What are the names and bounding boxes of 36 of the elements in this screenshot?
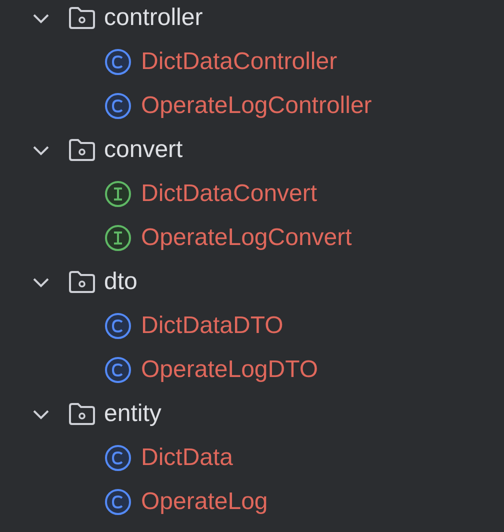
tree-item[interactable]: OperateLog <box>0 480 504 524</box>
tree-item[interactable]: DictDataController <box>0 40 504 84</box>
tree-item[interactable]: OperateLogDTO <box>0 348 504 392</box>
file-name: DictDataConvert <box>141 180 318 208</box>
tree-item[interactable]: controller <box>0 0 504 40</box>
class-icon <box>104 444 132 472</box>
class-icon <box>104 356 132 384</box>
tree-item[interactable]: DictDataConvert <box>0 172 504 216</box>
interface-icon <box>104 180 132 208</box>
folder-name: dto <box>104 268 138 296</box>
tree-item[interactable]: OperateLogConvert <box>0 216 504 260</box>
file-name: DictData <box>141 444 234 472</box>
tree-item[interactable]: DictData <box>0 436 504 480</box>
class-icon <box>104 312 132 340</box>
class-icon <box>104 92 132 120</box>
file-name: DictDataController <box>141 48 338 76</box>
folder-icon <box>68 402 96 426</box>
folder-icon <box>68 6 96 30</box>
file-name: OperateLogController <box>141 92 372 120</box>
file-name: OperateLogConvert <box>141 224 352 252</box>
folder-name: convert <box>104 136 183 164</box>
class-icon <box>104 488 132 516</box>
tree-item[interactable]: entity <box>0 392 504 436</box>
folder-icon <box>68 270 96 294</box>
class-icon <box>104 48 132 76</box>
folder-icon <box>68 138 96 162</box>
tree-item[interactable]: OperateLogController <box>0 84 504 128</box>
tree-item[interactable]: dto <box>0 260 504 304</box>
tree-item[interactable]: convert <box>0 128 504 172</box>
interface-icon <box>104 224 132 252</box>
file-name: OperateLogDTO <box>141 356 318 384</box>
folder-name: entity <box>104 400 162 428</box>
folder-name: controller <box>104 4 203 32</box>
file-name: OperateLog <box>141 488 268 516</box>
file-name: DictDataDTO <box>141 312 284 340</box>
tree-item[interactable]: DictDataDTO <box>0 304 504 348</box>
